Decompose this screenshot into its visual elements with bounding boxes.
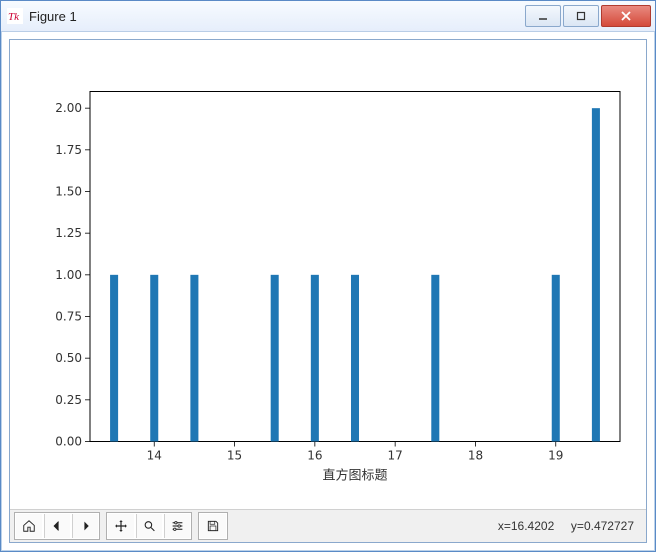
plot-area[interactable]: 0.00 0.25 0.50 0.75 1.00 1.25 1.50 1.75 2.00 14 15… bbox=[10, 40, 646, 509]
svg-text:0.50: 0.50 bbox=[55, 351, 82, 365]
arrow-left-icon bbox=[51, 517, 64, 535]
sliders-icon bbox=[171, 517, 184, 535]
svg-text:15: 15 bbox=[227, 449, 242, 463]
minimize-button[interactable] bbox=[525, 5, 561, 27]
maximize-button[interactable] bbox=[563, 5, 599, 27]
svg-text:1.00: 1.00 bbox=[55, 268, 82, 282]
save-button[interactable] bbox=[200, 514, 226, 538]
zoom-icon bbox=[143, 517, 156, 535]
arrow-right-icon bbox=[79, 517, 92, 535]
view-group bbox=[106, 512, 192, 540]
svg-text:14: 14 bbox=[147, 449, 162, 463]
svg-text:1.75: 1.75 bbox=[55, 143, 82, 157]
titlebar: Tk Figure 1 bbox=[1, 1, 655, 32]
forward-button[interactable] bbox=[72, 514, 98, 538]
chart-svg: 0.00 0.25 0.50 0.75 1.00 1.25 1.50 1.75 2.00 14 15… bbox=[10, 40, 646, 509]
coord-y-label: y= bbox=[571, 519, 584, 533]
coord-x-label: x= bbox=[498, 519, 511, 533]
tk-app-icon: Tk bbox=[7, 8, 23, 24]
svg-text:19: 19 bbox=[548, 449, 563, 463]
save-icon bbox=[206, 517, 220, 535]
svg-text:2.00: 2.00 bbox=[55, 101, 82, 115]
svg-text:Tk: Tk bbox=[8, 11, 20, 23]
svg-text:16: 16 bbox=[307, 449, 322, 463]
coord-x-value: 16.4202 bbox=[511, 519, 554, 533]
nav-group bbox=[14, 512, 100, 540]
cursor-coords: x=16.4202 y=0.472727 bbox=[498, 519, 642, 533]
home-button[interactable] bbox=[16, 514, 42, 538]
window-title: Figure 1 bbox=[29, 9, 523, 24]
svg-text:直方图标题: 直方图标题 bbox=[322, 468, 387, 483]
svg-text:0.75: 0.75 bbox=[55, 310, 82, 324]
client-area: 0.00 0.25 0.50 0.75 1.00 1.25 1.50 1.75 2.00 14 15… bbox=[9, 39, 647, 543]
window-buttons bbox=[523, 5, 651, 27]
save-group bbox=[198, 512, 228, 540]
home-icon bbox=[22, 517, 36, 535]
window-frame: Tk Figure 1 0.00 0.25 0.50 0.75 1.00 1.25 1.50… bbox=[0, 0, 656, 552]
close-button[interactable] bbox=[601, 5, 651, 27]
coord-y-value: 0.472727 bbox=[584, 519, 634, 533]
svg-text:17: 17 bbox=[388, 449, 403, 463]
svg-text:18: 18 bbox=[468, 449, 483, 463]
zoom-button[interactable] bbox=[136, 514, 162, 538]
svg-text:0.00: 0.00 bbox=[55, 435, 82, 449]
move-icon bbox=[114, 517, 128, 535]
svg-text:0.25: 0.25 bbox=[55, 393, 82, 407]
matplotlib-toolbar: x=16.4202 y=0.472727 bbox=[10, 509, 646, 542]
svg-text:1.25: 1.25 bbox=[55, 226, 82, 240]
svg-text:1.50: 1.50 bbox=[55, 185, 82, 199]
configure-button[interactable] bbox=[164, 514, 190, 538]
pan-button[interactable] bbox=[108, 514, 134, 538]
back-button[interactable] bbox=[44, 514, 70, 538]
